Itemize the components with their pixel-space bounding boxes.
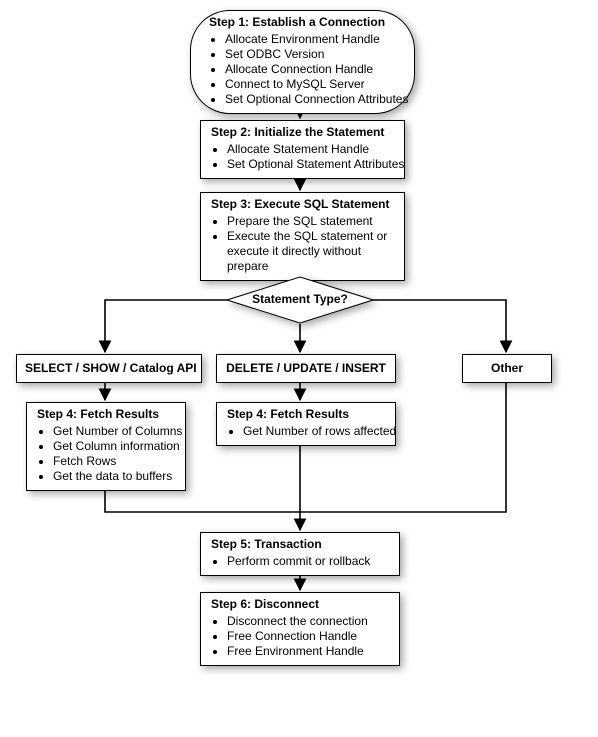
node-step6: Step 6: Disconnect Disconnect the connec… <box>200 592 400 666</box>
node-step5-title: Step 5: Transaction <box>211 537 389 552</box>
node-step4b-title: Step 4: Fetch Results <box>227 407 385 422</box>
node-step2-title: Step 2: Initialize the Statement <box>211 125 394 140</box>
node-step1: Step 1: Establish a Connection Allocate … <box>190 10 415 114</box>
node-step3-title: Step 3: Execute SQL Statement <box>211 197 394 212</box>
node-step2: Step 2: Initialize the Statement Allocat… <box>200 120 405 179</box>
node-step3-bullets: Prepare the SQL statement Execute the SQ… <box>211 214 394 274</box>
node-step1-bullets: Allocate Environment Handle Set ODBC Ver… <box>209 32 396 107</box>
node-step1-title: Step 1: Establish a Connection <box>209 15 396 30</box>
node-step6-bullets: Disconnect the connection Free Connectio… <box>211 614 389 659</box>
node-step4b-bullets: Get Number of rows affected <box>227 424 385 439</box>
node-branch-other: Other <box>462 354 552 383</box>
node-decision-title: Statement Type? <box>226 292 374 306</box>
node-step4b: Step 4: Fetch Results Get Number of rows… <box>216 402 396 446</box>
node-step6-title: Step 6: Disconnect <box>211 597 389 612</box>
node-decision: Statement Type? <box>226 276 374 324</box>
node-step4a: Step 4: Fetch Results Get Number of Colu… <box>26 402 186 491</box>
node-step4a-title: Step 4: Fetch Results <box>37 407 175 422</box>
node-step4a-bullets: Get Number of Columns Get Column informa… <box>37 424 175 484</box>
node-branch-dml: DELETE / UPDATE / INSERT <box>216 354 396 383</box>
node-step2-bullets: Allocate Statement Handle Set Optional S… <box>211 142 394 172</box>
node-branch-select: SELECT / SHOW / Catalog API <box>16 354 202 383</box>
node-step5: Step 5: Transaction Perform commit or ro… <box>200 532 400 576</box>
node-step3: Step 3: Execute SQL Statement Prepare th… <box>200 192 405 281</box>
node-step5-bullets: Perform commit or rollback <box>211 554 389 569</box>
